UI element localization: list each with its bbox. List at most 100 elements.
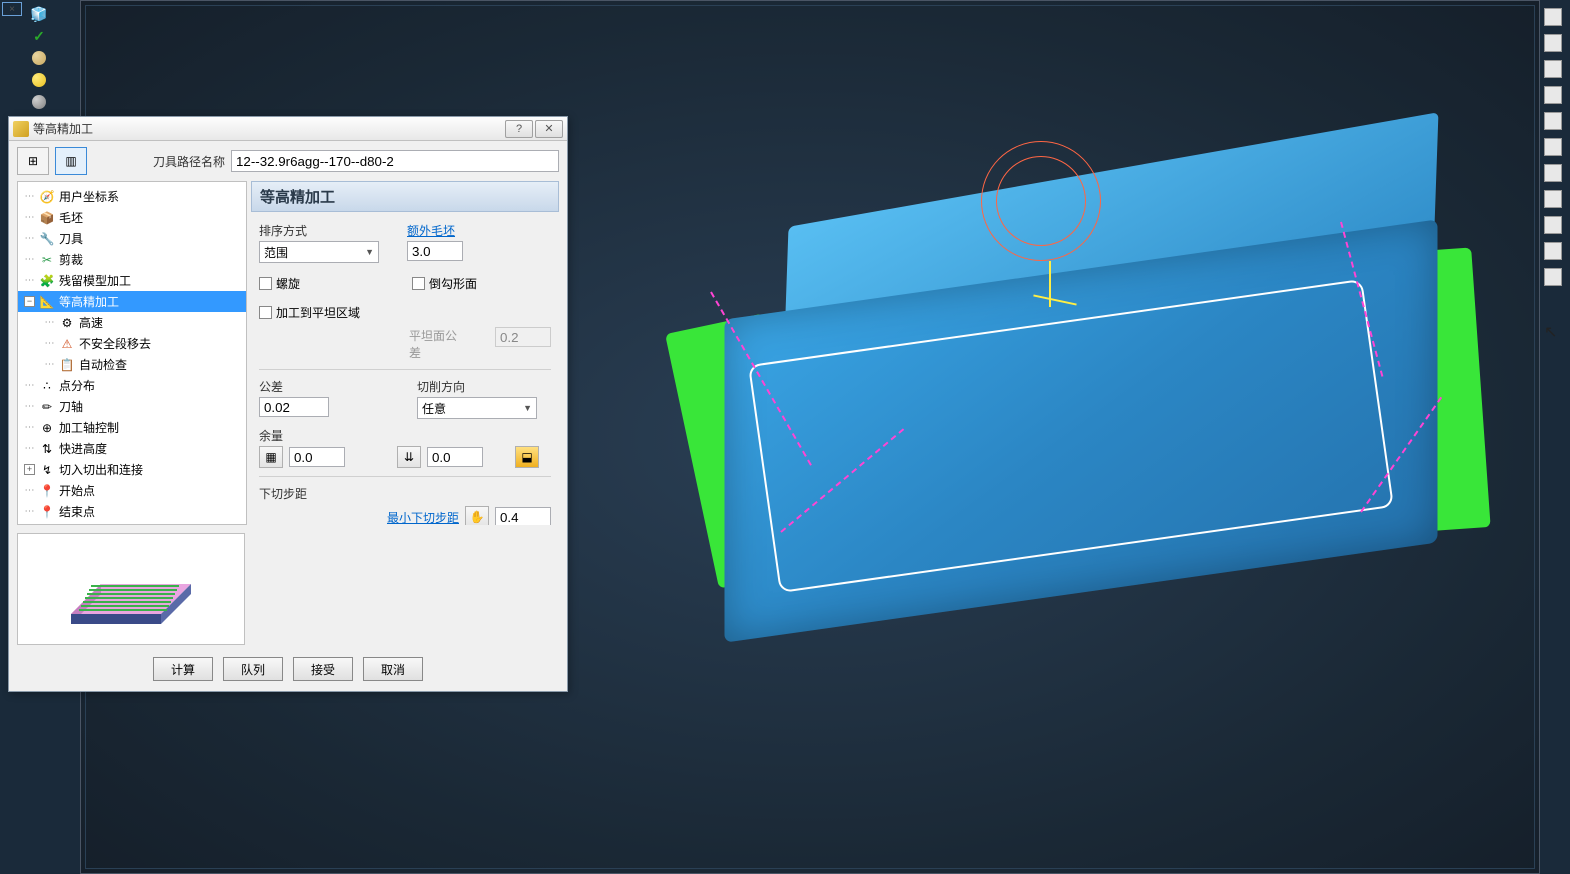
- rt-icon-9[interactable]: [1544, 216, 1562, 234]
- tree-leaf-icon: ⋯: [44, 318, 55, 328]
- toolpath-new-icon[interactable]: 🧊: [28, 4, 50, 24]
- path-name-input[interactable]: [231, 150, 559, 172]
- dialog-close-button[interactable]: ✕: [535, 120, 563, 138]
- tree-node-label: 进给和转速: [59, 524, 119, 525]
- tree-node-icon: 🧩: [39, 274, 55, 288]
- spiral-checkbox[interactable]: [259, 277, 272, 290]
- left-toolbar: 🧊 ✓: [28, 4, 52, 134]
- rt-icon-4[interactable]: [1544, 86, 1562, 104]
- flat-label: 加工到平坦区域: [276, 304, 360, 321]
- tree-item-0[interactable]: ⋯🧭用户坐标系: [18, 186, 246, 207]
- allow-axial-icon[interactable]: ⇊: [397, 446, 421, 468]
- tree-node-label: 加工轴控制: [59, 419, 119, 436]
- dialog-titlebar[interactable]: 等高精加工 ? ✕: [9, 117, 567, 141]
- queue-button[interactable]: 队列: [223, 657, 283, 681]
- allow-component-button[interactable]: ⬓: [515, 446, 539, 468]
- calc-button[interactable]: 计算: [153, 657, 213, 681]
- tree-node-icon: ⚙: [59, 316, 75, 330]
- allow-radial-input[interactable]: [289, 447, 345, 467]
- expand-icon[interactable]: +: [24, 464, 35, 475]
- tree-item-4[interactable]: ⋯🧩残留模型加工: [18, 270, 246, 291]
- accept-check-icon[interactable]: ✓: [28, 26, 50, 46]
- cancel-button[interactable]: 取消: [363, 657, 423, 681]
- cursor-icon[interactable]: ↖: [1544, 322, 1562, 340]
- tree-item-6[interactable]: ⋯ ⚙ 高速: [18, 312, 246, 333]
- allow-radial-icon[interactable]: ▦: [259, 446, 283, 468]
- dialog-button-row: 计算 队列 接受 取消: [9, 649, 567, 691]
- tree-item-12[interactable]: ⋯⇅快进高度: [18, 438, 246, 459]
- sort-combo[interactable]: 范围 ▼: [259, 241, 379, 263]
- rt-icon-5[interactable]: [1544, 112, 1562, 130]
- tree-leaf-icon: ⋯: [24, 381, 35, 391]
- tree-leaf-icon: ⋯: [24, 444, 35, 454]
- strategy-tree[interactable]: ⋯🧭用户坐标系⋯📦毛坯⋯🔧刀具⋯✂剪裁⋯🧩残留模型加工−📐等高精加工⋯⚙高速⋯⚠…: [17, 181, 247, 525]
- tree-node-icon: ✂: [39, 253, 55, 267]
- rt-icon-8[interactable]: [1544, 190, 1562, 208]
- tree-node-icon: 📍: [39, 505, 55, 519]
- tree-item-7[interactable]: ⋯⚠不安全段移去: [18, 333, 246, 354]
- shade-tan-icon[interactable]: [28, 48, 50, 68]
- tree-item-13[interactable]: +↯切入切出和连接: [18, 459, 246, 480]
- form-pane: 等高精加工 排序方式 范围 ▼ 额外毛坯: [251, 181, 559, 525]
- tree-item-10[interactable]: ⋯✏刀轴: [18, 396, 246, 417]
- mode-vertical-button[interactable]: ▥: [55, 147, 87, 175]
- collapse-icon[interactable]: −: [24, 296, 35, 307]
- mode-strategy-button[interactable]: ⊞: [17, 147, 49, 175]
- tree-node-icon: ⚠: [59, 337, 75, 351]
- dialog-title-icon: [13, 121, 29, 137]
- undercut-checkbox[interactable]: [412, 277, 425, 290]
- rt-icon-2[interactable]: [1544, 34, 1562, 52]
- right-toolbar: ↖: [1544, 8, 1566, 340]
- panel-close-x[interactable]: ×: [2, 2, 22, 16]
- tree-item-11[interactable]: ⋯⊕加工轴控制: [18, 417, 246, 438]
- tree-node-label: 高速: [79, 314, 103, 331]
- rt-icon-6[interactable]: [1544, 138, 1562, 156]
- rt-icon-3[interactable]: [1544, 60, 1562, 78]
- shade-yellow-icon[interactable]: [28, 70, 50, 90]
- extra-stock-input[interactable]: [407, 241, 463, 261]
- tree-leaf-icon: ⋯: [24, 423, 35, 433]
- tree-node-icon: 📋: [59, 358, 75, 372]
- tree-node-label: 剪裁: [59, 251, 83, 268]
- tree-node-label: 用户坐标系: [59, 188, 119, 205]
- tree-item-2[interactable]: ⋯🔧刀具: [18, 228, 246, 249]
- flat-tol-input: [495, 327, 551, 347]
- tree-leaf-icon: ⋯: [24, 276, 35, 286]
- tree-node-label: 等高精加工: [59, 293, 119, 310]
- cutdir-combo[interactable]: 任意 ▼: [417, 397, 537, 419]
- rt-icon-1[interactable]: [1544, 8, 1562, 26]
- accept-button[interactable]: 接受: [293, 657, 353, 681]
- tree-item-5[interactable]: −📐 等高精加工: [18, 291, 246, 312]
- allow-axial-input[interactable]: [427, 447, 483, 467]
- tree-leaf-icon: ⋯: [24, 213, 35, 223]
- rt-icon-11[interactable]: [1544, 268, 1562, 286]
- tree-node-label: 刀轴: [59, 398, 83, 415]
- shade-gray-icon[interactable]: [28, 92, 50, 112]
- undercut-label: 倒勾形面: [429, 275, 477, 292]
- dialog-help-button[interactable]: ?: [505, 120, 533, 138]
- stepdown-label: 下切步距: [259, 487, 307, 501]
- rt-icon-10[interactable]: [1544, 242, 1562, 260]
- dialog-top-row: ⊞ ▥ 刀具路径名称: [9, 141, 567, 181]
- tree-node-label: 开始点: [59, 482, 95, 499]
- min-step-input[interactable]: [495, 507, 551, 525]
- rt-icon-7[interactable]: [1544, 164, 1562, 182]
- tree-leaf-icon: ⋯: [24, 234, 35, 244]
- tree-item-3[interactable]: ⋯✂剪裁: [18, 249, 246, 270]
- tree-item-14[interactable]: ⋯📍开始点: [18, 480, 246, 501]
- tree-item-15[interactable]: ⋯📍结束点: [18, 501, 246, 522]
- tol-input[interactable]: [259, 397, 329, 417]
- tree-leaf-icon: ⋯: [24, 507, 35, 517]
- tree-node-icon: 📐: [39, 295, 55, 309]
- tree-item-16[interactable]: +➠进给和转速: [18, 522, 246, 525]
- cutdir-value: 任意: [422, 400, 446, 417]
- min-step-link[interactable]: 最小下切步距: [387, 509, 459, 526]
- tree-item-9[interactable]: ⋯∴点分布: [18, 375, 246, 396]
- tree-item-1[interactable]: ⋯📦毛坯: [18, 207, 246, 228]
- flat-checkbox[interactable]: [259, 306, 272, 319]
- min-step-icon[interactable]: ✋: [465, 506, 489, 525]
- sort-label: 排序方式: [259, 222, 379, 239]
- tree-item-8[interactable]: ⋯📋自动检查: [18, 354, 246, 375]
- extra-stock-link[interactable]: 额外毛坯: [407, 222, 463, 239]
- tree-leaf-icon: ⋯: [44, 360, 55, 370]
